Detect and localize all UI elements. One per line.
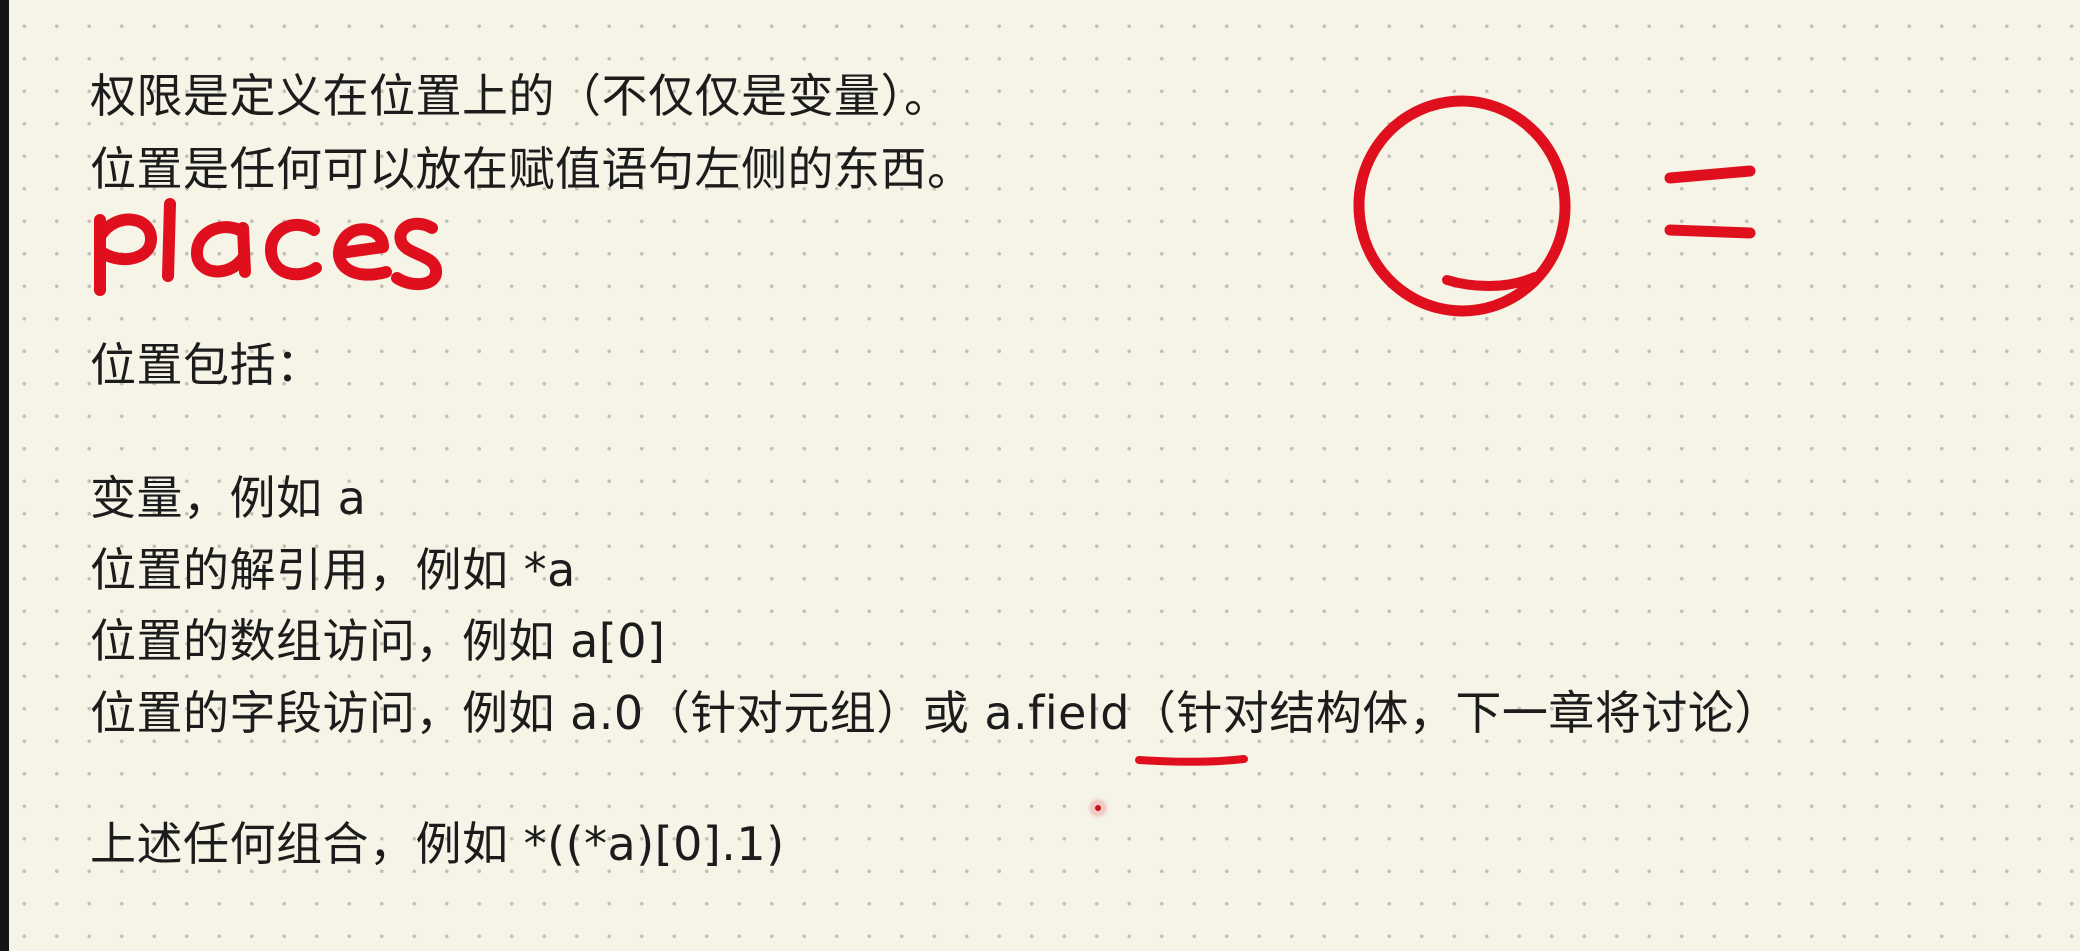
includes-heading: 位置包括： — [90, 338, 323, 392]
window-left-border — [0, 0, 9, 951]
intro-line-2: 位置是任何可以放在赋值语句左侧的东西。 — [90, 142, 974, 196]
combination-line: 上述任何组合，例如 *((*a)[0].1) — [90, 817, 785, 871]
list-item-dereference: 位置的解引用，例如 *a — [90, 543, 576, 597]
list-item-variable: 变量，例如 a — [90, 471, 367, 525]
laser-pointer-dot — [1091, 801, 1105, 815]
list-item-array-access: 位置的数组访问，例如 a[0] — [90, 614, 666, 668]
list-item-field-access: 位置的字段访问，例如 a.0（针对元组）或 a.field（针对结构体，下一章将… — [90, 686, 1781, 740]
note-page: 权限是定义在位置上的（不仅仅是变量）。 位置是任何可以放在赋值语句左侧的东西。 … — [90, 0, 2050, 951]
intro-line-1: 权限是定义在位置上的（不仅仅是变量）。 — [90, 69, 951, 123]
